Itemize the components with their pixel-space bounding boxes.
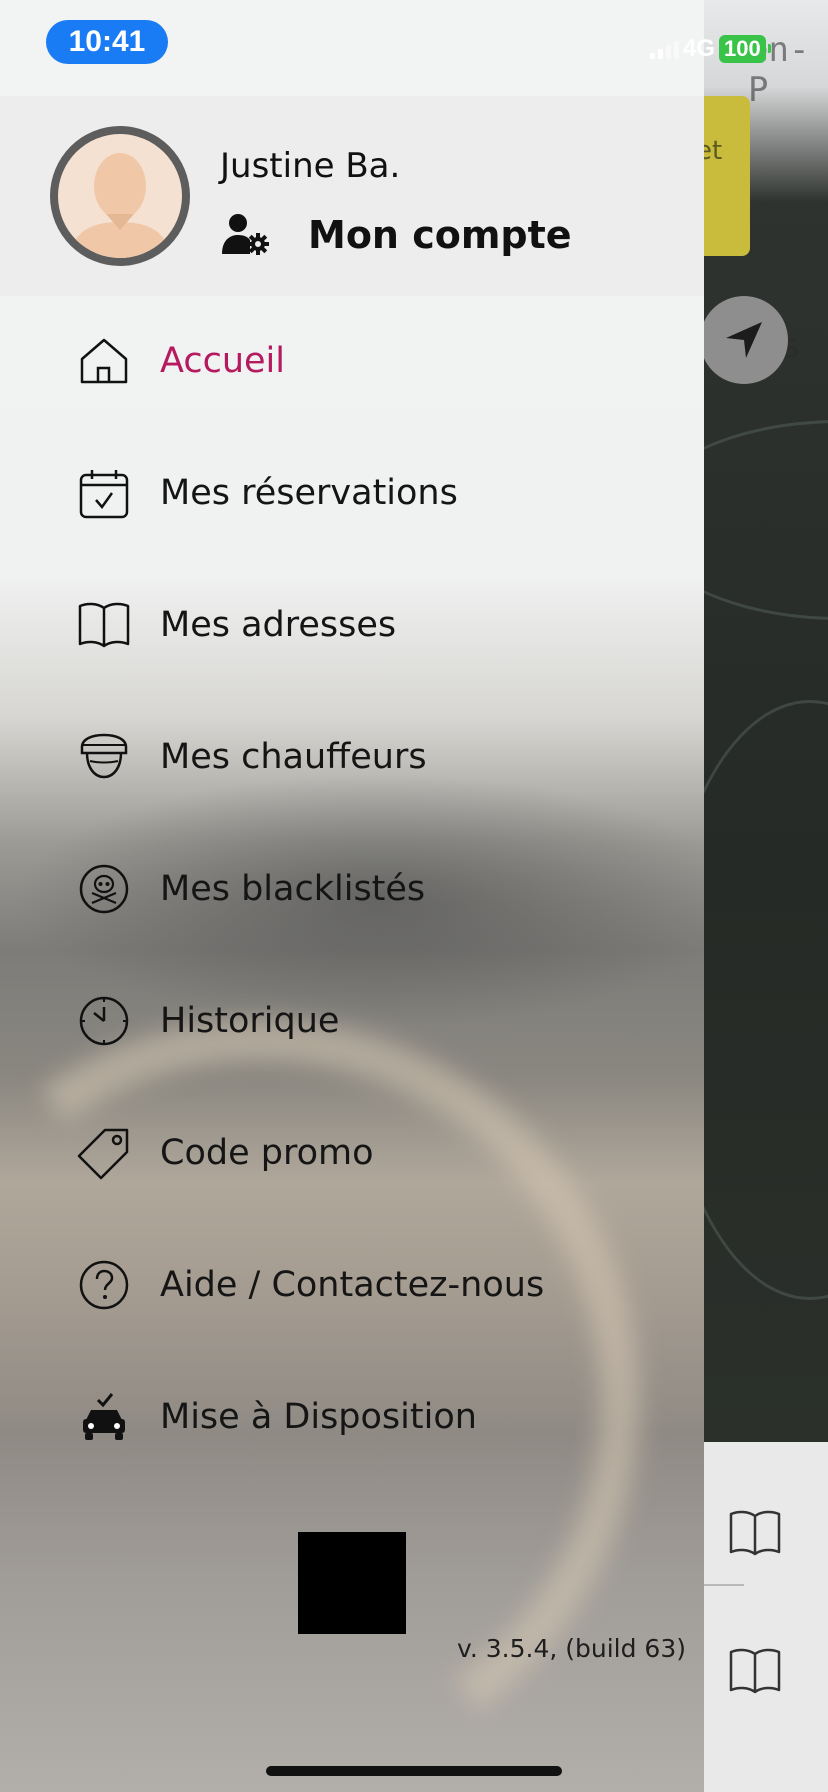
menu-item-label: Historique [160,1001,340,1041]
network-type: 4G [683,35,716,62]
account-link[interactable]: Mon compte [220,212,572,258]
help-icon [79,1260,129,1310]
menu-item-reservations[interactable]: Mes réservations [76,458,458,528]
menu-item-label: Code promo [160,1133,374,1173]
clock-icon [79,996,129,1046]
status-time: 10:41 [46,20,168,64]
menu-item-historique[interactable]: Historique [76,986,339,1056]
menu-item-label: Mes réservations [160,473,458,513]
signal-icon [650,39,679,59]
navigation-arrow-icon [726,322,762,358]
divider [704,1584,744,1586]
map-road [700,420,828,620]
app-version: v. 3.5.4, (build 63) [457,1634,686,1663]
avatar[interactable] [50,126,190,266]
tag-icon [77,1128,129,1180]
person-placeholder-icon [70,153,170,258]
menu-item-label: Mise à Disposition [160,1397,477,1437]
book-icon [78,602,130,648]
calendar-check-icon [79,470,129,519]
driver-cap-icon [80,733,128,779]
status-indicators: 4G 100 [650,34,771,64]
menu-item-aide[interactable]: Aide / Contactez-nous [76,1250,544,1320]
menu-item-chauffeurs[interactable]: Mes chauffeurs [76,722,427,792]
menu-item-mise-a-disposition[interactable]: Mise à Disposition [76,1382,477,1452]
book-icon[interactable] [728,1508,782,1558]
battery-icon: 100 [719,35,771,63]
menu-item-adresses[interactable]: Mes adresses [76,590,396,660]
menu-item-blacklistes[interactable]: Mes blacklistés [76,854,425,924]
brand-logo [298,1532,406,1634]
background-road [0,959,701,1792]
menu-item-label: Accueil [160,341,285,381]
locate-button[interactable] [700,296,788,384]
home-icon [80,338,128,384]
menu-item-label: Mes blacklistés [160,869,426,909]
menu-item-code-promo[interactable]: Code promo [76,1118,374,1188]
user-name: Justine Ba. [220,146,401,186]
account-label: Mon compte [308,213,572,257]
menu-item-label: Mes adresses [160,605,397,645]
map-road [700,700,828,1300]
user-settings-icon [222,214,269,255]
car-check-icon [83,1393,125,1440]
bottom-panel [704,1442,828,1792]
home-indicator[interactable] [266,1766,562,1776]
profile-header[interactable]: Justine Ba. Mon compte [0,96,704,296]
menu-item-accueil[interactable]: Accueil [76,326,285,396]
menu-item-label: Mes chauffeurs [160,737,427,777]
menu-item-label: Aide / Contactez-nous [160,1265,545,1305]
skull-icon [79,864,129,914]
book-icon[interactable] [728,1646,782,1696]
side-drawer: Justine Ba. Mon compte Accueil Mes réser… [0,0,704,1792]
